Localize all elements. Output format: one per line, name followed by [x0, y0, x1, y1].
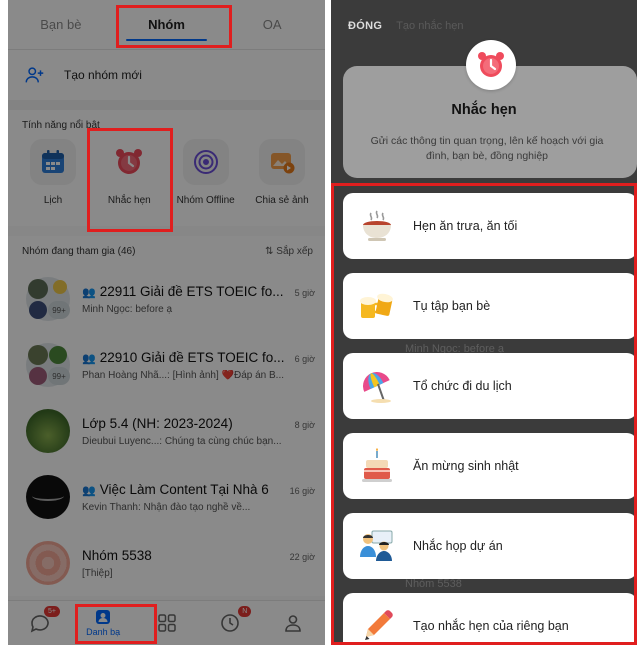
reminder-sheet: ĐÓNG Tạo nhắc hẹn Nhắc hẹn Gửi các thông…	[331, 0, 637, 645]
featured-title: Tính năng nổi bật	[22, 120, 100, 131]
group-list-item[interactable]: 👥 Việc Làm Content Tại Nhà 6 16 giờ Kevin …	[8, 464, 325, 530]
contacts-icon	[96, 610, 111, 624]
option-project-meeting[interactable]: Nhắc họp dự án	[343, 513, 637, 579]
group-avatar	[26, 409, 70, 453]
bottom-nav: 5+ Danh bạ N	[8, 600, 325, 645]
feature-calendar[interactable]: Lịch	[18, 139, 88, 206]
person-icon	[285, 615, 302, 632]
nav-messages[interactable]: 5+	[8, 601, 71, 645]
food-bowl-icon	[363, 210, 391, 241]
ghost-row: Nhóm 5538	[405, 578, 462, 590]
community-icon: 👥	[82, 352, 96, 365]
beach-umbrella-icon	[363, 372, 391, 403]
group-avatar: 99+	[26, 343, 70, 387]
top-tabs: Bạn bè Nhóm OA	[8, 0, 325, 50]
option-label: Tạo nhắc hẹn của riêng bạn	[413, 619, 569, 633]
feature-offline-label: Nhóm Offline	[176, 195, 235, 206]
feature-photo-label: Chia sẻ ảnh	[255, 195, 309, 206]
group-list-item[interactable]: 99+ 👥 22911 Giải đề ETS TOEIC fo... 5 giờ …	[8, 266, 325, 332]
featured-section: Tính năng nổi bật Lịch Nhắc hẹn Nhóm Off…	[8, 110, 325, 226]
feature-reminder-label: Nhắc hẹn	[107, 195, 151, 206]
add-group-icon	[25, 67, 44, 83]
nav-timeline[interactable]: N	[198, 601, 261, 645]
groups-screen: Bạn bè Nhóm OA Tạo nhóm mới Tính năng nổ…	[8, 0, 325, 645]
option-meet-friends[interactable]: Tụ tập bạn bè	[343, 273, 637, 339]
group-list-item[interactable]: Nhóm 5538 22 giờ [Thiệp]	[8, 530, 325, 596]
pencil-icon	[365, 610, 393, 640]
beer-mugs-icon	[360, 293, 393, 318]
alarm-clock-icon	[116, 149, 143, 174]
tab-oa[interactable]: OA	[219, 0, 325, 49]
option-label: Nhắc họp dự án	[413, 539, 503, 553]
ghost-header: Tạo nhắc hẹn	[396, 20, 464, 32]
option-label: Tổ chức đi du lịch	[413, 379, 512, 393]
meeting-people-icon	[360, 530, 393, 561]
grid-icon	[157, 614, 176, 632]
option-label: Tụ tập bạn bè	[413, 299, 491, 313]
option-plan-trip[interactable]: Tổ chức đi du lịch	[343, 353, 637, 419]
groups-count-title: Nhóm đang tham gia (46)	[22, 245, 136, 257]
group-list-item[interactable]: Lớp 5.4 (NH: 2023-2024) 8 giờ Dieubui Luy…	[8, 398, 325, 464]
groups-header: Nhóm đang tham gia (46) ⇅ Sắp xếp	[8, 236, 325, 266]
nav-discover[interactable]	[135, 601, 198, 645]
sort-button[interactable]: ⇅ Sắp xếp	[265, 246, 313, 257]
feature-reminder[interactable]: Nhắc hẹn	[94, 139, 164, 206]
option-custom-reminder[interactable]: Tạo nhắc hẹn của riêng bạn	[343, 593, 637, 645]
group-list: 99+ 👥 22911 Giải đề ETS TOEIC fo... 5 giờ …	[8, 266, 325, 596]
contacts-label: Danh bạ	[86, 627, 121, 637]
option-birthday[interactable]: Ăn mừng sinh nhật	[343, 433, 637, 499]
option-label: Hẹn ăn trưa, ăn tối	[413, 219, 518, 233]
messages-badge: 5+	[44, 606, 60, 617]
nav-profile[interactable]	[262, 601, 325, 645]
birthday-cake-icon	[362, 448, 392, 482]
sort-icon: ⇅	[265, 245, 277, 257]
feature-offline-group[interactable]: Nhóm Offline	[171, 139, 241, 206]
nav-contacts[interactable]: Danh bạ	[71, 601, 134, 645]
community-icon: 👥	[82, 484, 96, 497]
alarm-clock-icon	[478, 52, 504, 77]
option-lunch-dinner[interactable]: Hẹn ăn trưa, ăn tối	[343, 193, 637, 259]
reminder-badge	[466, 40, 516, 90]
feature-calendar-label: Lịch	[43, 195, 63, 206]
group-avatar: 99+	[26, 277, 70, 321]
group-avatar	[26, 475, 70, 519]
reminder-description: Gửi các thông tin quan trọng, lên kế hoạ…	[370, 135, 604, 162]
option-label: Ăn mừng sinh nhật	[413, 459, 519, 473]
tab-friends[interactable]: Bạn bè	[8, 0, 114, 49]
group-avatar	[26, 541, 70, 585]
create-group-row[interactable]: Tạo nhóm mới	[8, 50, 325, 100]
calendar-icon	[42, 150, 64, 173]
timeline-badge: N	[238, 606, 252, 617]
community-icon: 👥	[82, 286, 96, 299]
create-group-label: Tạo nhóm mới	[64, 68, 142, 82]
photo-share-icon	[270, 153, 295, 174]
group-list-item[interactable]: 99+ 👥 22910 Giải đề ETS TOEIC fo... 6 giờ …	[8, 332, 325, 398]
reminder-title: Nhắc hẹn	[451, 102, 517, 118]
close-button[interactable]: ĐÓNG	[348, 20, 382, 32]
tab-groups[interactable]: Nhóm	[114, 0, 220, 49]
radar-icon	[193, 150, 218, 174]
feature-photo-share[interactable]: Chia sẻ ảnh	[247, 139, 317, 206]
clock-icon	[221, 614, 239, 632]
